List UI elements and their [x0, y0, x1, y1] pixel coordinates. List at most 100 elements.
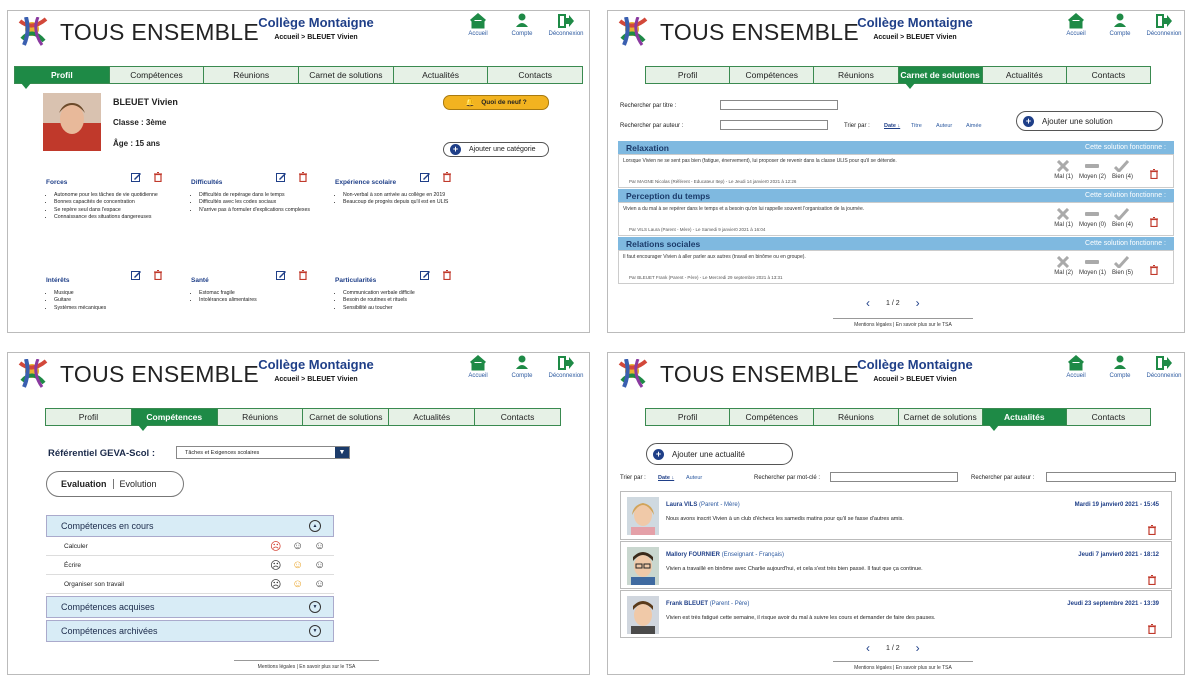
footer[interactable]: Mentions légales | En savoir plus sur le…	[833, 318, 973, 328]
solution-header[interactable]: Relaxation Cette solution fonctionne :	[618, 141, 1174, 154]
tab-reunions[interactable]: Réunions	[204, 67, 300, 83]
prev-page-icon[interactable]: ‹	[866, 641, 870, 655]
add-solution-button[interactable]: + Ajouter une solution	[1016, 111, 1163, 131]
author-name[interactable]: Laura VILS	[666, 502, 697, 508]
toggle-evaluation[interactable]: Evaluation	[47, 479, 114, 489]
sort-liked[interactable]: Aimée	[966, 123, 982, 129]
tab-actualites[interactable]: Actualités	[393, 67, 489, 83]
tab-profil[interactable]: Profil	[646, 409, 731, 425]
breadcrumb[interactable]: Accueil > BLEUET Vivien	[835, 34, 995, 41]
neutral-face-icon[interactable]: ☺	[292, 578, 314, 590]
delete-icon[interactable]	[153, 267, 163, 285]
logo-icon[interactable]	[18, 359, 48, 389]
vote-good[interactable]: Bien (4)	[1112, 159, 1133, 180]
logout-link[interactable]: Déconnexion	[1142, 13, 1184, 37]
tab-reunions[interactable]: Réunions	[814, 409, 899, 425]
search-author-input[interactable]	[720, 120, 828, 130]
tab-contacts[interactable]: Contacts	[1066, 67, 1151, 83]
tab-competences[interactable]: Compétences	[730, 67, 815, 83]
solution-header[interactable]: Relations sociales Cette solution fonctio…	[618, 237, 1174, 250]
search-title-input[interactable]	[720, 100, 838, 110]
delete-icon[interactable]	[442, 267, 452, 285]
tab-actualites[interactable]: Actualités	[982, 409, 1067, 431]
tab-actualites[interactable]: Actualités	[982, 67, 1067, 83]
tab-actualites[interactable]: Actualités	[389, 409, 476, 425]
tab-carnet[interactable]: Carnet de solutions	[898, 67, 983, 89]
happy-face-icon[interactable]: ☺	[314, 540, 334, 552]
add-category-button[interactable]: + Ajouter une catégorie	[443, 142, 549, 157]
tab-reunions[interactable]: Réunions	[814, 67, 899, 83]
toggle-evolution[interactable]: Evolution	[114, 479, 157, 489]
account-link[interactable]: Compte	[1098, 355, 1142, 379]
sad-face-icon[interactable]: ☹	[270, 559, 292, 572]
logout-link[interactable]: Déconnexion	[544, 13, 588, 37]
tab-contacts[interactable]: Contacts	[475, 409, 560, 425]
next-page-icon[interactable]: ›	[916, 296, 920, 310]
prev-page-icon[interactable]: ‹	[866, 296, 870, 310]
edit-icon[interactable]	[276, 267, 287, 285]
tab-profil[interactable]: Profil	[646, 67, 731, 83]
vote-mid[interactable]: Moyen (2)	[1079, 160, 1106, 180]
footer[interactable]: Mentions légales | En savoir plus sur le…	[234, 660, 379, 670]
add-news-button[interactable]: + Ajouter une actualité	[646, 443, 793, 465]
edit-icon[interactable]	[420, 267, 431, 285]
delete-icon[interactable]	[1147, 572, 1157, 590]
author-name[interactable]: Frank BLEUET	[666, 601, 708, 607]
tab-carnet[interactable]: Carnet de solutions	[299, 67, 394, 83]
vote-bad[interactable]: Mal (1)	[1054, 207, 1073, 228]
edit-icon[interactable]	[276, 169, 287, 187]
solution-header[interactable]: Perception du temps Cette solution foncti…	[618, 189, 1174, 202]
delete-icon[interactable]	[298, 169, 308, 187]
sad-face-icon[interactable]: ☹	[270, 578, 292, 591]
tab-competences[interactable]: Compétences	[730, 409, 815, 425]
delete-icon[interactable]	[1149, 166, 1159, 184]
neutral-face-icon[interactable]: ☺	[292, 540, 314, 552]
home-link[interactable]: Accueil	[456, 355, 500, 379]
delete-icon[interactable]	[1147, 522, 1157, 540]
vote-mid[interactable]: Moyen (1)	[1079, 256, 1106, 276]
author-name[interactable]: Mallory FOURNIER	[666, 552, 720, 558]
tab-competences[interactable]: Compétences	[131, 409, 218, 431]
tab-competences[interactable]: Compétences	[109, 67, 205, 83]
logo-icon[interactable]	[618, 359, 648, 389]
vote-mid[interactable]: Moyen (0)	[1079, 208, 1106, 228]
sort-date[interactable]: Date ↓	[658, 475, 674, 481]
author-input[interactable]	[1046, 472, 1176, 482]
delete-icon[interactable]	[1149, 214, 1159, 232]
vote-bad[interactable]: Mal (2)	[1054, 255, 1073, 276]
vote-good[interactable]: Bien (4)	[1112, 207, 1133, 228]
sort-date[interactable]: Date ↓	[884, 123, 900, 129]
footer[interactable]: Mentions légales | En savoir plus sur le…	[833, 661, 973, 671]
breadcrumb[interactable]: Accueil > BLEUET Vivien	[236, 376, 396, 383]
tab-contacts[interactable]: Contacts	[488, 67, 583, 83]
sad-face-icon[interactable]: ☹	[270, 540, 292, 553]
referential-select[interactable]: Tâches et Exigences scolaires ▼	[176, 446, 350, 459]
logout-link[interactable]: Déconnexion	[1142, 355, 1184, 379]
delete-icon[interactable]	[298, 267, 308, 285]
delete-icon[interactable]	[153, 169, 163, 187]
delete-icon[interactable]	[1147, 621, 1157, 639]
delete-icon[interactable]	[1149, 262, 1159, 280]
sort-author[interactable]: Auteur	[936, 123, 952, 129]
account-link[interactable]: Compte	[500, 13, 544, 37]
tab-reunions[interactable]: Réunions	[217, 409, 304, 425]
home-link[interactable]: Accueil	[1054, 13, 1098, 37]
edit-icon[interactable]	[131, 267, 142, 285]
happy-face-icon[interactable]: ☺	[314, 559, 334, 571]
tab-carnet[interactable]: Carnet de solutions	[303, 409, 390, 425]
home-link[interactable]: Accueil	[456, 13, 500, 37]
edit-icon[interactable]	[131, 169, 142, 187]
home-link[interactable]: Accueil	[1054, 355, 1098, 379]
tab-profil[interactable]: Profil	[15, 67, 110, 89]
neutral-face-icon[interactable]: ☺	[292, 559, 314, 571]
tab-profil[interactable]: Profil	[46, 409, 132, 425]
sort-author[interactable]: Auteur	[686, 475, 702, 481]
sort-title[interactable]: Titre	[911, 123, 922, 129]
breadcrumb[interactable]: Accueil > BLEUET Vivien	[835, 376, 995, 383]
accordion-current[interactable]: Compétences en cours ▲	[46, 515, 334, 537]
vote-good[interactable]: Bien (5)	[1112, 255, 1133, 276]
logout-link[interactable]: Déconnexion	[544, 355, 588, 379]
whats-new-button[interactable]: 🔔 Quoi de neuf ?	[443, 95, 549, 110]
account-link[interactable]: Compte	[1098, 13, 1142, 37]
account-link[interactable]: Compte	[500, 355, 544, 379]
